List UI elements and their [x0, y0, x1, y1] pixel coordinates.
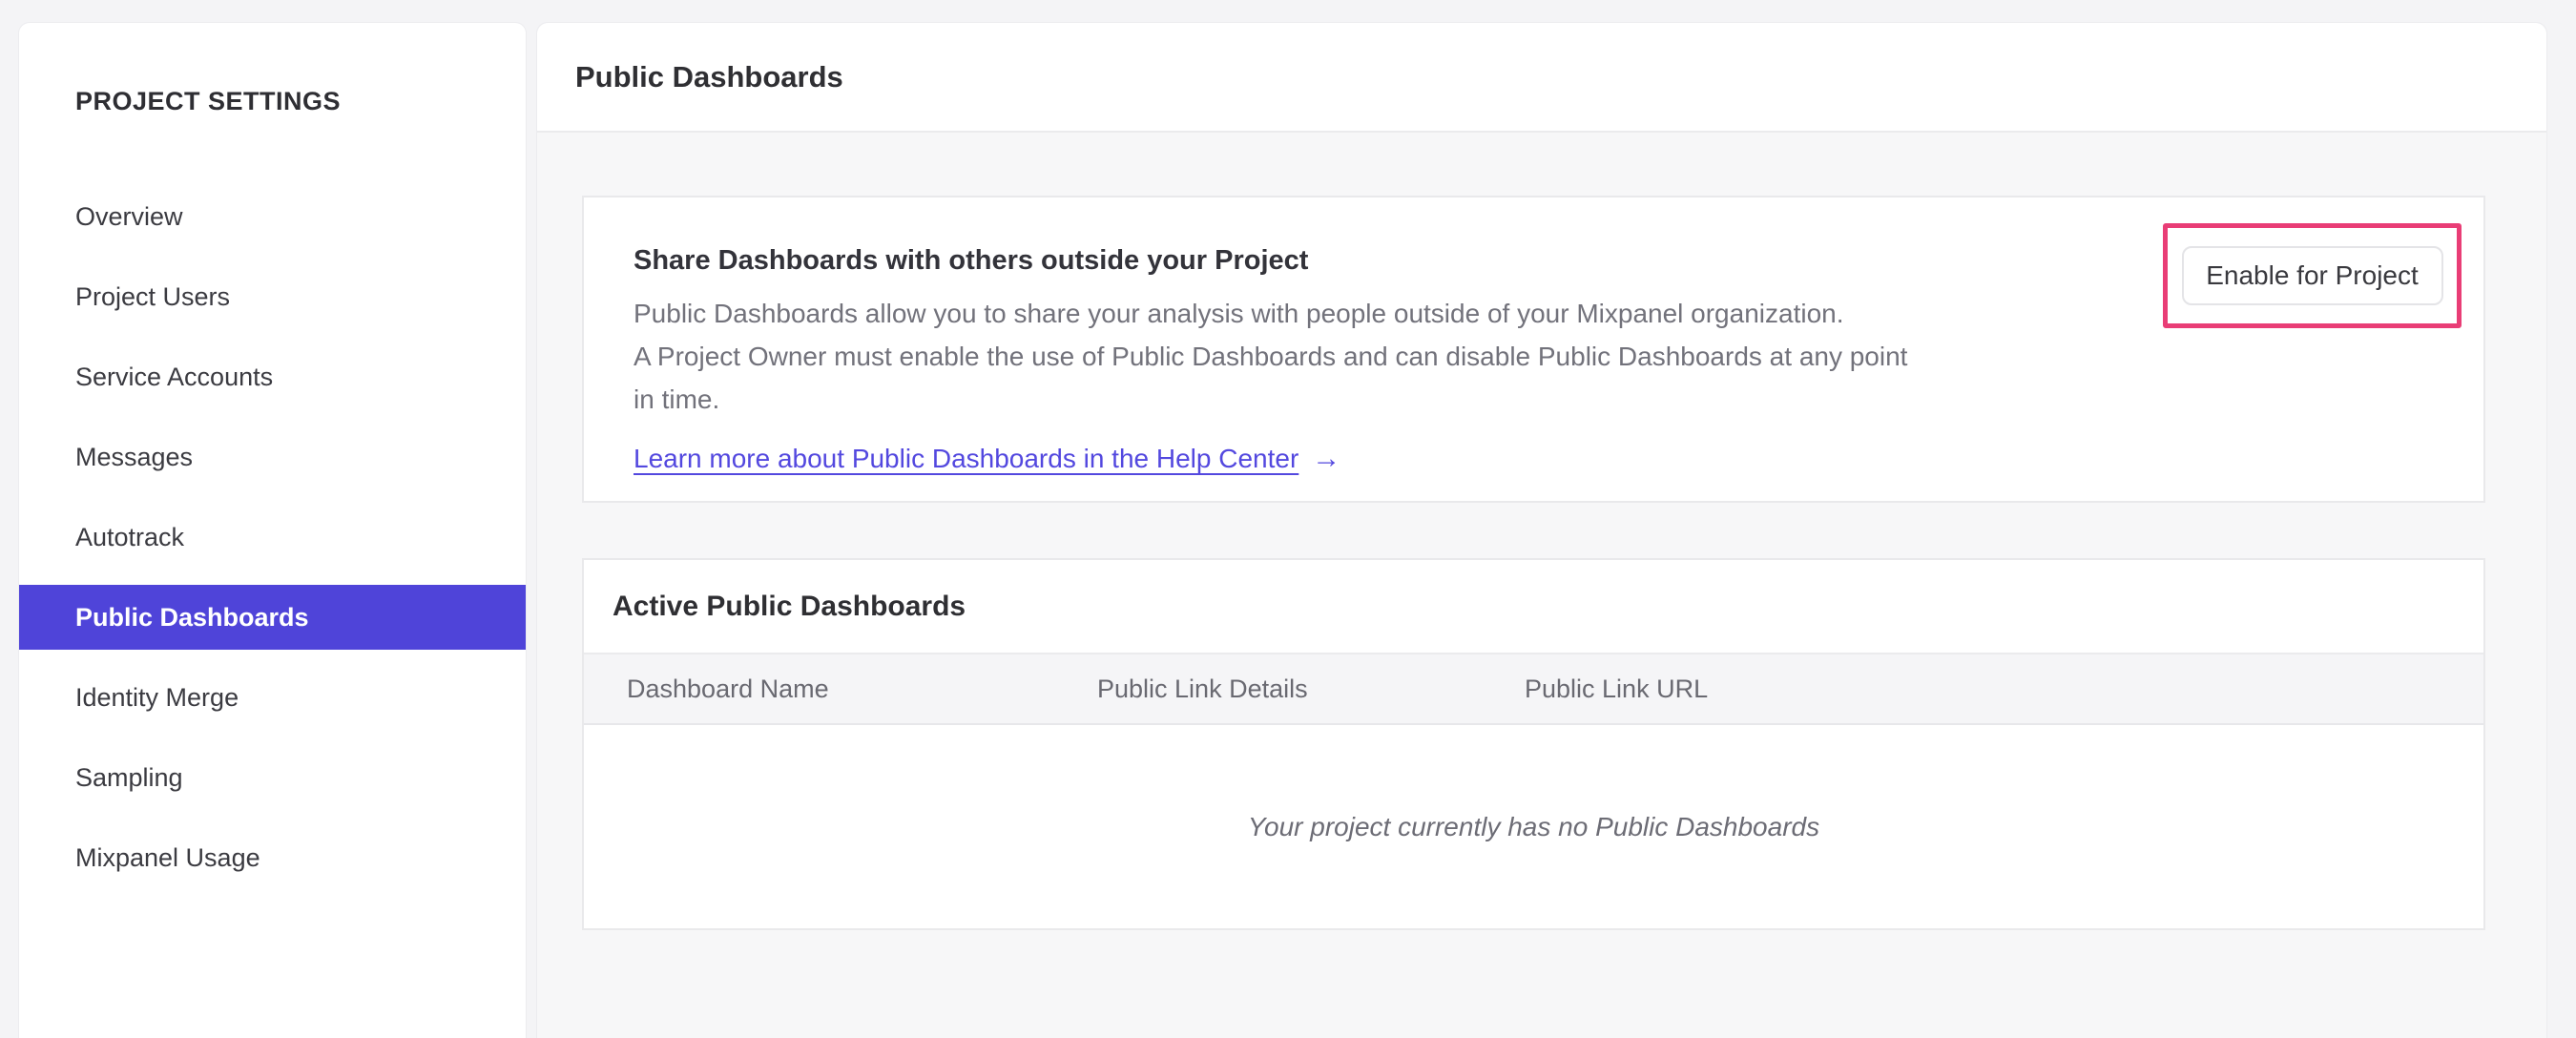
sidebar-title: PROJECT SETTINGS: [75, 86, 342, 115]
sidebar-item-identity-merge[interactable]: Identity Merge: [19, 657, 526, 737]
sidebar-item-project-users[interactable]: Project Users: [19, 257, 526, 337]
dashboards-table-header: Dashboard Name Public Link Details Publi…: [584, 654, 2483, 725]
main-panel: Public Dashboards Share Dashboards with …: [536, 22, 2547, 1038]
enable-for-project-button[interactable]: Enable for Project: [2181, 246, 2443, 305]
sidebar-item-autotrack[interactable]: Autotrack: [19, 497, 526, 577]
arrow-right-icon: →: [1312, 443, 1341, 474]
sidebar-nav: Overview Project Users Service Accounts …: [19, 176, 526, 898]
column-public-link-details: Public Link Details: [1097, 674, 1308, 703]
settings-sidebar: PROJECT SETTINGS Overview Project Users …: [18, 22, 527, 1038]
project-settings-screen: PROJECT SETTINGS Overview Project Users …: [0, 0, 2576, 1038]
active-card-title: Active Public Dashboards: [613, 590, 966, 622]
page-title: Public Dashboards: [575, 59, 843, 93]
sidebar-item-public-dashboards[interactable]: Public Dashboards: [19, 585, 526, 650]
description-line-3: in time.: [634, 384, 720, 414]
share-dashboards-card: Share Dashboards with others outside you…: [582, 196, 2485, 503]
sidebar-item-sampling[interactable]: Sampling: [19, 737, 526, 818]
description-line-2: A Project Owner must enable the use of P…: [634, 342, 1908, 371]
active-dashboards-card: Active Public Dashboards Dashboard Name …: [582, 558, 2485, 930]
highlight-annotation-box: Enable for Project: [2163, 223, 2462, 328]
column-public-link-url: Public Link URL: [1525, 674, 1709, 703]
sidebar-item-service-accounts[interactable]: Service Accounts: [19, 337, 526, 417]
sidebar-item-overview[interactable]: Overview: [19, 176, 526, 257]
empty-state-message: Your project currently has no Public Das…: [1247, 811, 1820, 841]
sidebar-item-mixpanel-usage[interactable]: Mixpanel Usage: [19, 818, 526, 898]
sidebar-item-messages[interactable]: Messages: [19, 417, 526, 497]
dashboards-empty-state: Your project currently has no Public Das…: [584, 725, 2483, 928]
page-header: Public Dashboards: [537, 23, 2546, 133]
active-card-header: Active Public Dashboards: [584, 560, 2483, 654]
column-dashboard-name: Dashboard Name: [627, 674, 829, 703]
content-area: Share Dashboards with others outside you…: [537, 135, 2546, 1038]
help-center-link[interactable]: Learn more about Public Dashboards in th…: [634, 444, 1298, 474]
description-line-1: Public Dashboards allow you to share you…: [634, 299, 1844, 328]
help-link-row: Learn more about Public Dashboards in th…: [634, 443, 2483, 475]
share-card-description: Public Dashboards allow you to share you…: [634, 292, 1969, 421]
